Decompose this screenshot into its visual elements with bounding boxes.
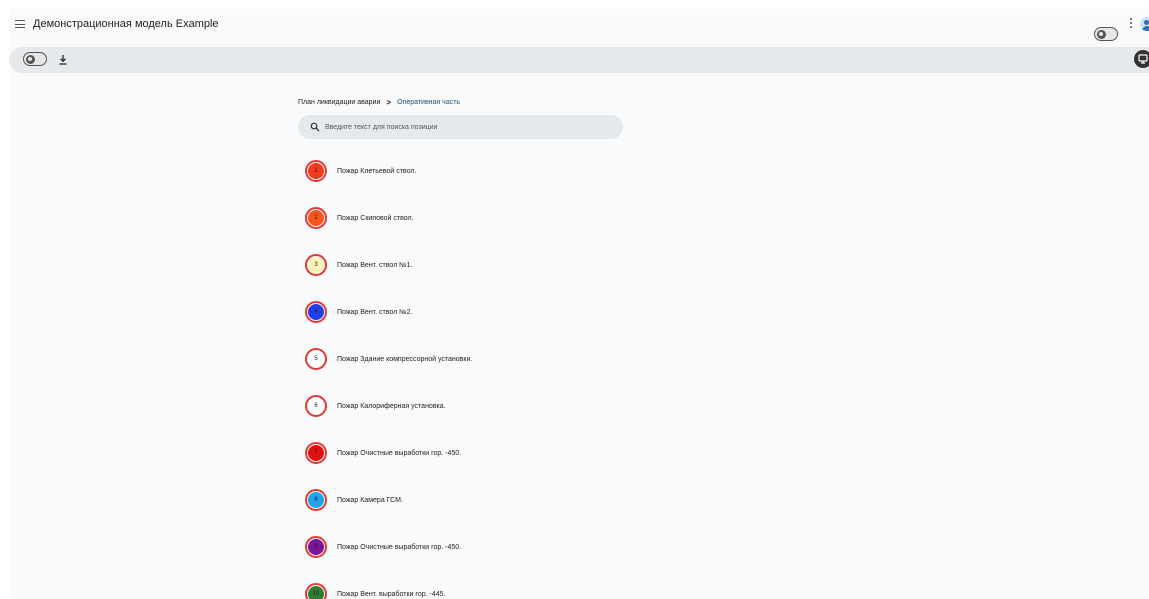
position-number: 9 [308,539,324,555]
position-marker-icon: 7 [305,442,327,464]
download-icon[interactable] [58,54,68,66]
app-frame: Демонстрационная модель Example План лик… [9,9,1149,599]
user-avatar-icon[interactable] [1140,17,1149,31]
list-item-label: Пожар Очистные выработки гор. -450. [337,449,462,457]
position-number: 3 [308,257,324,273]
list-item[interactable]: 5 Пожар Здание компрессорной установки. [305,347,472,371]
list-item[interactable]: 2 Пожар Скиповой ствол. [305,206,413,230]
position-number: 6 [308,398,324,414]
list-item[interactable]: 6 Пожар Калориферная установка. [305,394,446,418]
breadcrumb-current[interactable]: Оперативная часть [397,99,460,106]
position-marker-icon: 5 [305,348,327,370]
toggle-knob [1096,29,1106,39]
list-item-label: Пожар Вент. ствол №1. [337,261,413,269]
position-number: 8 [308,492,324,508]
list-item[interactable]: 1 Пожар Клетьевой ствол. [305,159,416,183]
position-marker-icon: 10 [305,583,327,599]
breadcrumb: План ликвидации аварии > Оперативная час… [298,98,460,107]
app-header: Демонстрационная модель Example [9,9,1149,43]
list-item-label: Пожар Скиповой ствол. [337,214,414,222]
list-item-label: Пожар Вент. ствол №2. [337,308,413,316]
list-item[interactable]: 7 Пожар Очистные выработки гор. -450. [305,441,461,465]
search-icon [310,122,320,132]
position-number: 7 [308,445,324,461]
position-marker-icon: 9 [305,536,327,558]
list-item-label: Пожар Вент. выработки гор. -445. [337,590,446,598]
position-marker-icon: 4 [305,301,327,323]
more-vert-icon[interactable] [1130,18,1133,30]
position-number: 1 [308,163,324,179]
list-item[interactable]: 9 Пожар Очистные выработки гор. -450. [305,535,461,559]
list-item[interactable]: 10 Пожар Вент. выработки гор. -445. [305,582,445,599]
breadcrumb-root[interactable]: План ликвидации аварии [298,99,380,106]
search-bar[interactable] [298,115,623,139]
list-item-label: Пожар Клетьевой ствол. [337,167,417,175]
position-marker-icon: 6 [305,395,327,417]
list-item-label: Пожар Калориферная установка. [337,402,446,410]
breadcrumb-separator: > [386,98,392,107]
toggle-knob [25,54,35,64]
list-item-label: Пожар Здание компрессорной установки. [337,355,473,363]
position-marker-icon: 8 [305,489,327,511]
list-item[interactable]: 4 Пожар Вент. ствол №2. [305,300,412,324]
list-item-label: Пожар Камера ГСМ. [337,496,403,504]
menu-icon[interactable] [15,20,25,28]
position-number: 2 [308,210,324,226]
mode-toggle[interactable] [23,52,47,66]
search-input[interactable] [325,123,605,131]
position-marker-icon: 1 [305,160,327,182]
position-marker-icon: 3 [305,254,327,276]
list-item[interactable]: 3 Пожар Вент. ствол №1. [305,253,412,277]
position-number: 10 [308,586,324,599]
presentation-icon[interactable] [1134,50,1149,68]
position-marker-icon: 2 [305,207,327,229]
position-number: 5 [308,351,324,367]
app-title: Демонстрационная модель Example [33,18,219,30]
position-number: 4 [308,304,324,320]
theme-toggle[interactable] [1094,27,1118,41]
list-item[interactable]: 8 Пожар Камера ГСМ. [305,488,403,512]
list-item-label: Пожар Очистные выработки гор. -450. [337,543,462,551]
toolbar [9,47,1149,73]
